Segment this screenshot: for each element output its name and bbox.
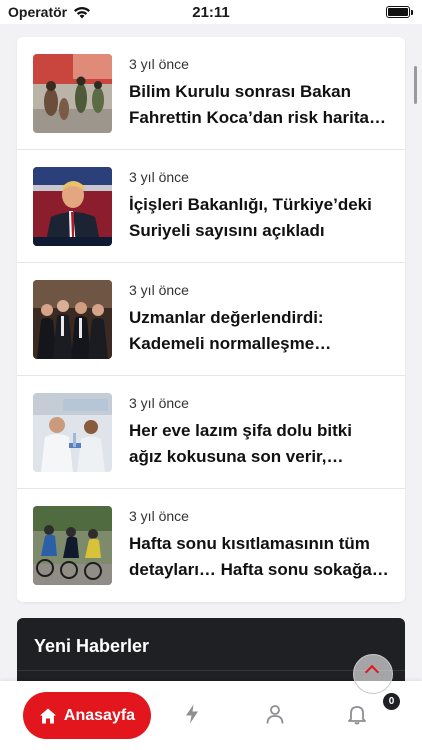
home-tab-label: Anasayfa (63, 706, 136, 724)
news-title[interactable]: Her eve lazım şifa dolu bitki ağız kokus… (129, 418, 389, 470)
home-icon (39, 708, 56, 723)
news-time: 3 yıl önce (129, 168, 189, 185)
news-title[interactable]: Bilim Kurulu sonrası Bakan Fahrettin Koc… (129, 79, 389, 131)
bolt-icon[interactable] (181, 703, 203, 725)
news-title[interactable]: Hafta sonu kısıtlamasının tüm detayları…… (129, 531, 389, 583)
news-time: 3 yıl önce (129, 281, 189, 298)
divider (17, 670, 405, 671)
carrier-label: Operatör (8, 4, 68, 20)
chevron-up-icon (364, 664, 380, 680)
status-left: Operatör (8, 4, 91, 20)
news-title[interactable]: Uzmanlar değerlendirdi: Kademeli normall… (129, 305, 389, 357)
bottom-navigation: Anasayfa (0, 681, 422, 750)
wifi-icon (74, 6, 91, 19)
status-bar: Operatör 21:11 (0, 0, 422, 24)
latest-news-title: Yeni Haberler (34, 636, 150, 656)
scrollbar[interactable] (414, 66, 417, 104)
news-time: 3 yıl önce (129, 394, 189, 411)
user-icon[interactable] (264, 703, 286, 725)
notification-badge: 0 (383, 693, 400, 710)
politician-speaking-image (33, 166, 112, 246)
news-item[interactable]: 3 yıl önce Uzmanlar değerlendirdi: Kadem… (17, 263, 405, 376)
news-item[interactable]: 3 yıl önce Bilim Kurulu sonrası Bakan Fa… (17, 37, 405, 150)
news-item[interactable]: 3 yıl önce Her eve lazım şifa dolu bitki… (17, 376, 405, 489)
crowd-protest-image (33, 53, 112, 133)
scroll-to-top-button[interactable] (353, 654, 393, 694)
news-title[interactable]: İçişleri Bakanlığı, Türkiye’deki Suriyel… (129, 192, 389, 244)
laboratory-scientists-image (33, 392, 112, 472)
battery-icon (386, 6, 413, 18)
bell-icon[interactable] (346, 703, 368, 725)
news-time: 3 yıl önce (129, 55, 189, 72)
cyclists-race-image (33, 506, 112, 585)
status-time: 21:11 (192, 3, 230, 21)
home-tab-button[interactable]: Anasayfa (23, 692, 151, 739)
news-time: 3 yıl önce (129, 508, 189, 524)
news-item[interactable]: 3 yıl önce İçişleri Bakanlığı, Türkiye’d… (17, 150, 405, 263)
news-list: 3 yıl önce Bilim Kurulu sonrası Bakan Fa… (17, 37, 405, 602)
news-item[interactable]: 3 yıl önce Hafta sonu kısıtlamasının tüm… (17, 489, 405, 602)
officials-group-image (33, 279, 112, 359)
